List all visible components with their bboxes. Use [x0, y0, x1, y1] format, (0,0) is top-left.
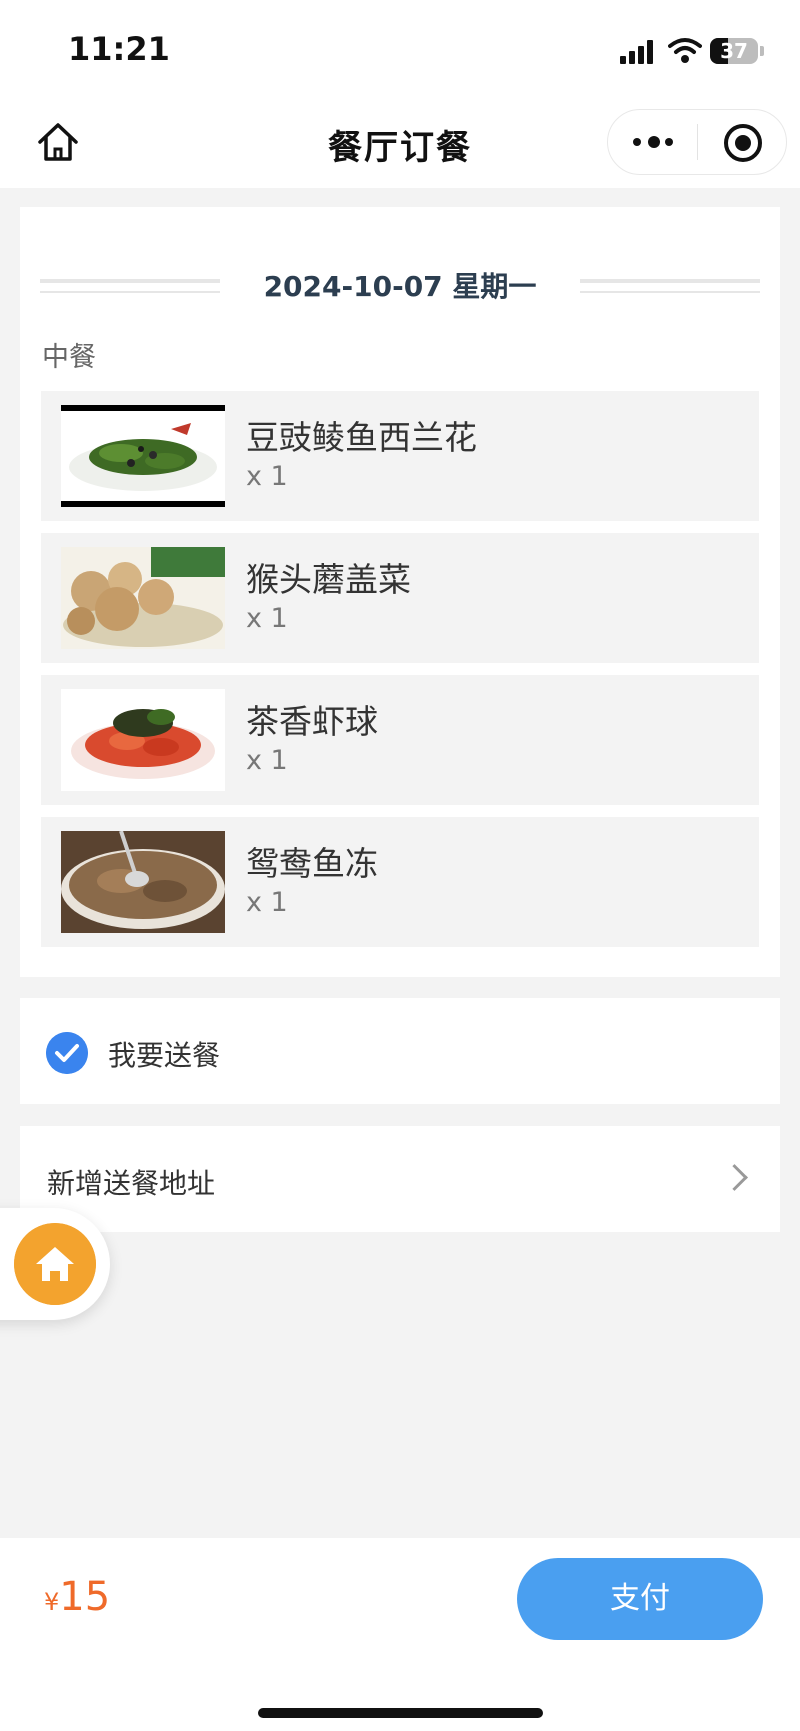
dish-item: 茶香虾球 x 1	[41, 675, 759, 805]
dish-image	[61, 831, 225, 933]
home-icon	[14, 1223, 96, 1305]
close-miniprogram-button[interactable]	[698, 110, 786, 174]
dish-item: 豆豉鲮鱼西兰花 x 1	[41, 391, 759, 521]
dish-image	[61, 547, 225, 649]
checkbox-checked-icon[interactable]	[46, 1032, 88, 1074]
battery-icon: 37	[710, 38, 758, 64]
wifi-icon	[668, 38, 702, 63]
dish-name: 鸳鸯鱼冻	[246, 844, 378, 883]
total-price: ¥15	[44, 1574, 110, 1620]
chevron-right-icon	[721, 1164, 748, 1191]
meal-label: 中餐	[42, 342, 96, 373]
dish-quantity: x 1	[246, 461, 288, 492]
status-time: 11:21	[68, 30, 170, 68]
more-dot-icon	[633, 138, 641, 146]
nav-bar: 餐厅订餐	[0, 100, 800, 188]
dish-item: 猴头蘑盖菜 x 1	[41, 533, 759, 663]
checkout-bar: ¥15 支付	[0, 1538, 800, 1731]
floating-home-button[interactable]	[0, 1208, 110, 1320]
dish-quantity: x 1	[246, 745, 288, 776]
dish-name: 猴头蘑盖菜	[246, 560, 411, 599]
more-dot-icon	[648, 136, 660, 148]
more-button[interactable]	[608, 110, 697, 174]
target-dot-icon	[735, 135, 751, 151]
dish-image	[61, 405, 225, 507]
price-amount: 15	[59, 1574, 111, 1620]
battery-percent: 37	[720, 39, 748, 63]
battery-tip	[760, 46, 764, 56]
add-address-row[interactable]: 新增送餐地址	[20, 1126, 780, 1232]
dish-quantity: x 1	[246, 887, 288, 918]
add-address-label: 新增送餐地址	[47, 1167, 216, 1200]
delivery-option[interactable]: 我要送餐	[20, 998, 780, 1104]
order-card: 2024-10-07 星期一 中餐 豆豉鲮鱼西兰花 x 1 猴头蘑盖菜 x 1 …	[20, 207, 780, 977]
currency-symbol: ¥	[44, 1588, 60, 1616]
home-indicator[interactable]	[258, 1708, 543, 1718]
more-dot-icon	[665, 138, 673, 146]
cellular-signal-icon	[620, 40, 656, 64]
miniprogram-capsule	[607, 109, 787, 175]
dish-quantity: x 1	[246, 603, 288, 634]
delivery-label: 我要送餐	[108, 1039, 221, 1072]
dish-image	[61, 689, 225, 791]
dish-item: 鸳鸯鱼冻 x 1	[41, 817, 759, 947]
status-bar: 11:21 37	[0, 0, 800, 100]
dish-name: 茶香虾球	[246, 702, 378, 741]
dish-name: 豆豉鲮鱼西兰花	[246, 418, 477, 457]
pay-button[interactable]: 支付	[517, 1558, 763, 1640]
date-header: 2024-10-07 星期一	[40, 257, 760, 313]
divider	[580, 279, 760, 293]
